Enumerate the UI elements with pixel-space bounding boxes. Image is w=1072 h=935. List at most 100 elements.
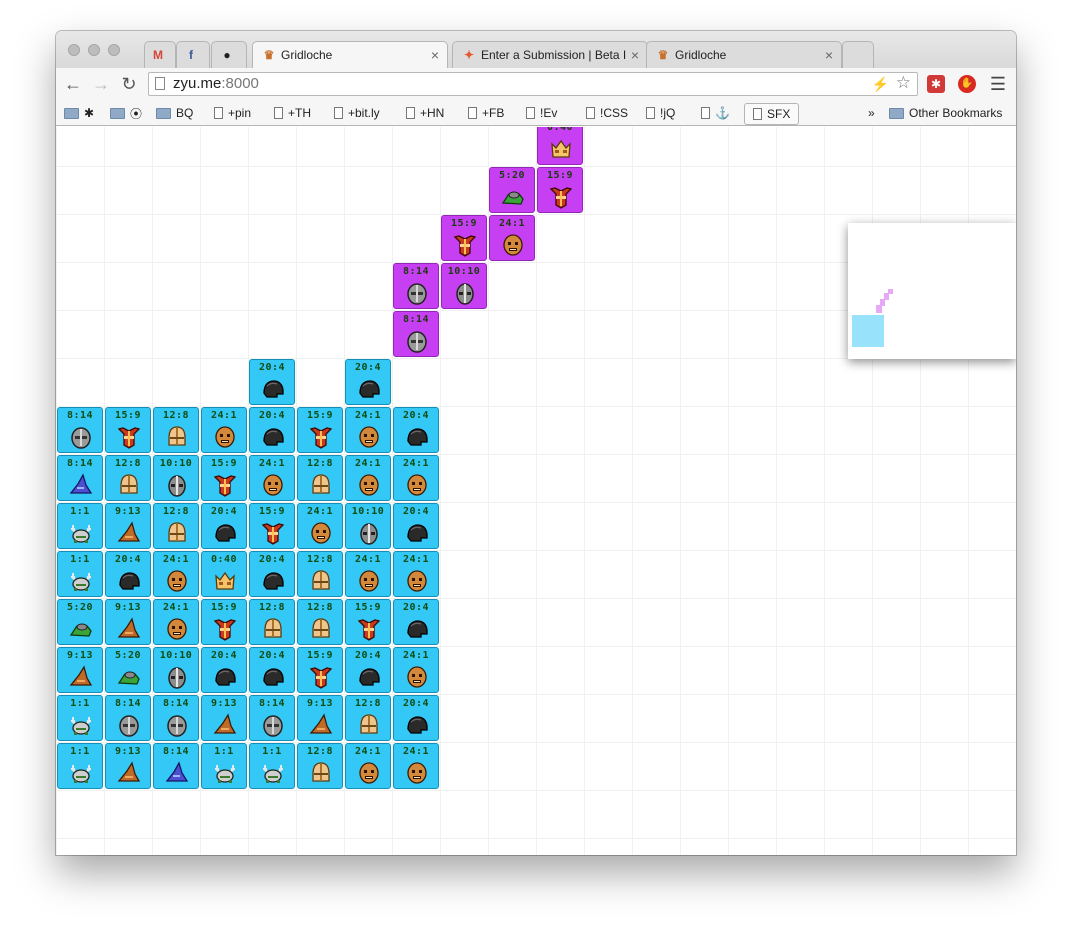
bookmark-item[interactable]: +pin — [214, 105, 251, 121]
board-tile[interactable]: 20:4 — [105, 551, 151, 597]
board-tile[interactable]: 9:13 — [105, 503, 151, 549]
board-tile[interactable]: 24:1 — [345, 551, 391, 597]
bookmark-item[interactable]: !CSS — [586, 105, 628, 121]
bookmark-item[interactable]: !jQ — [646, 105, 675, 121]
bookmark-item[interactable]: +FB — [468, 105, 504, 121]
bookmark-item[interactable]: !Ev — [526, 105, 557, 121]
close-window-button[interactable] — [68, 44, 80, 56]
board-tile[interactable]: 9:13 — [297, 695, 343, 741]
board-tile[interactable]: 12:8 — [153, 503, 199, 549]
board-tile[interactable]: 15:9 — [105, 407, 151, 453]
board-tile[interactable]: 8:14 — [57, 407, 103, 453]
board-tile[interactable]: 15:9 — [297, 407, 343, 453]
tab-6[interactable]: ♛ Gridloche × — [646, 41, 842, 68]
board-tile[interactable]: 8:14 — [105, 695, 151, 741]
adblock-button[interactable]: ✋ — [957, 74, 977, 94]
board-tile[interactable]: 15:9 — [345, 599, 391, 645]
board-tile[interactable]: 24:1 — [249, 455, 295, 501]
board-tile[interactable]: 12:8 — [105, 455, 151, 501]
board-tile[interactable]: 15:9 — [201, 599, 247, 645]
minimize-window-button[interactable] — [88, 44, 100, 56]
address-bar[interactable]: zyu.me:8000 ⚡ ☆ — [148, 72, 918, 96]
staircase-tile[interactable]: 5:20 — [489, 167, 535, 213]
reload-button[interactable]: ↻ — [118, 73, 140, 95]
board-tile[interactable]: 20:4 — [393, 407, 439, 453]
tab-5[interactable]: ✦ Enter a Submission | Beta I × — [452, 41, 648, 68]
board-tile[interactable]: 8:14 — [249, 695, 295, 741]
board-tile[interactable]: 9:13 — [57, 647, 103, 693]
board-tile[interactable]: 12:8 — [249, 599, 295, 645]
tab-2[interactable]: f — [176, 41, 210, 68]
board-tile[interactable]: 20:4 — [201, 503, 247, 549]
board-tile[interactable]: 24:1 — [345, 743, 391, 789]
board-tile[interactable]: 24:1 — [393, 743, 439, 789]
board-tile[interactable]: 24:1 — [393, 551, 439, 597]
zoom-window-button[interactable] — [108, 44, 120, 56]
board-tile[interactable]: 24:1 — [345, 455, 391, 501]
board-tile[interactable]: 12:8 — [297, 599, 343, 645]
close-tab-icon[interactable]: × — [631, 47, 639, 63]
board-tile[interactable]: 24:1 — [345, 407, 391, 453]
staircase-tile[interactable]: 24:1 — [489, 215, 535, 261]
bookmark-item[interactable]: +TH — [274, 105, 311, 121]
board-tile[interactable]: 12:8 — [345, 695, 391, 741]
other-bookmarks-folder[interactable]: Other Bookmarks — [889, 105, 1002, 121]
extension-button[interactable]: ✱ — [926, 74, 946, 94]
forward-button[interactable]: → — [90, 73, 112, 95]
board-tile[interactable]: 20:4 — [249, 407, 295, 453]
tab-1[interactable]: M — [144, 41, 176, 68]
board-tile[interactable]: 8:14 — [57, 455, 103, 501]
board-tile[interactable]: 20:4 — [201, 647, 247, 693]
board-tile[interactable]: 24:1 — [153, 551, 199, 597]
board-tile[interactable]: 20:4 — [393, 599, 439, 645]
board-tile[interactable]: 8:14 — [153, 695, 199, 741]
bookmark-item[interactable]: ✱ — [64, 105, 94, 121]
bookmark-item[interactable]: ⚓ — [701, 105, 730, 121]
staircase-tile[interactable]: 8:14 — [393, 263, 439, 309]
board-tile[interactable]: 24:1 — [393, 455, 439, 501]
tab-4[interactable]: ♛ Gridloche × — [252, 41, 448, 68]
board-tile[interactable]: 20:4 — [249, 551, 295, 597]
board-tile[interactable]: 5:20 — [105, 647, 151, 693]
board-tile[interactable]: 10:10 — [153, 647, 199, 693]
board-tile[interactable]: 1:1 — [201, 743, 247, 789]
board-tile[interactable]: 10:10 — [345, 503, 391, 549]
board-tile[interactable]: 1:1 — [57, 743, 103, 789]
bookmark-item[interactable]: +HN — [406, 105, 444, 121]
board-tile[interactable]: 12:8 — [297, 455, 343, 501]
board-tile[interactable]: 15:9 — [297, 647, 343, 693]
board-tile[interactable]: 20:4 — [393, 503, 439, 549]
board-tile[interactable]: 24:1 — [297, 503, 343, 549]
bookmark-item[interactable]: SFX — [744, 103, 800, 125]
board-tile[interactable]: 9:13 — [201, 695, 247, 741]
bookmark-item[interactable]: ⦿ — [110, 105, 142, 121]
board-tile[interactable]: 1:1 — [249, 743, 295, 789]
board-tile[interactable]: 24:1 — [153, 599, 199, 645]
board-tile[interactable]: 0:40 — [201, 551, 247, 597]
bookmark-item[interactable]: BQ — [156, 105, 193, 121]
bookmark-star-icon[interactable]: ☆ — [896, 72, 911, 94]
board-tile[interactable]: 10:10 — [153, 455, 199, 501]
board-tile[interactable]: 20:4 — [393, 695, 439, 741]
board-tile[interactable]: 24:1 — [393, 647, 439, 693]
bookmark-item[interactable]: +bit.ly — [334, 105, 380, 121]
staircase-tile[interactable]: 8:14 — [393, 311, 439, 357]
board-tile[interactable]: 9:13 — [105, 743, 151, 789]
board-tile[interactable]: 12:8 — [297, 551, 343, 597]
board-tile[interactable]: 1:1 — [57, 695, 103, 741]
board-tile[interactable]: 20:4 — [345, 359, 391, 405]
new-tab-button[interactable] — [842, 41, 874, 68]
board-tile[interactable]: 20:4 — [345, 647, 391, 693]
board-tile[interactable]: 24:1 — [201, 407, 247, 453]
staircase-tile[interactable]: 15:9 — [537, 167, 583, 213]
staircase-tile[interactable]: 15:9 — [441, 215, 487, 261]
board-tile[interactable]: 15:9 — [249, 503, 295, 549]
game-board[interactable]: 0:40 5:20 15:9 15:9 24:1 8:14 10:10 8:14 20:4 20:… — [56, 127, 1016, 855]
board-tile[interactable]: 12:8 — [153, 407, 199, 453]
lightning-icon[interactable]: ⚡ — [872, 73, 889, 95]
tab-3[interactable]: ● — [211, 41, 247, 68]
board-tile[interactable]: 1:1 — [57, 503, 103, 549]
board-tile[interactable]: 20:4 — [249, 647, 295, 693]
board-tile[interactable]: 1:1 — [57, 551, 103, 597]
menu-button[interactable]: ☰ — [988, 74, 1008, 94]
